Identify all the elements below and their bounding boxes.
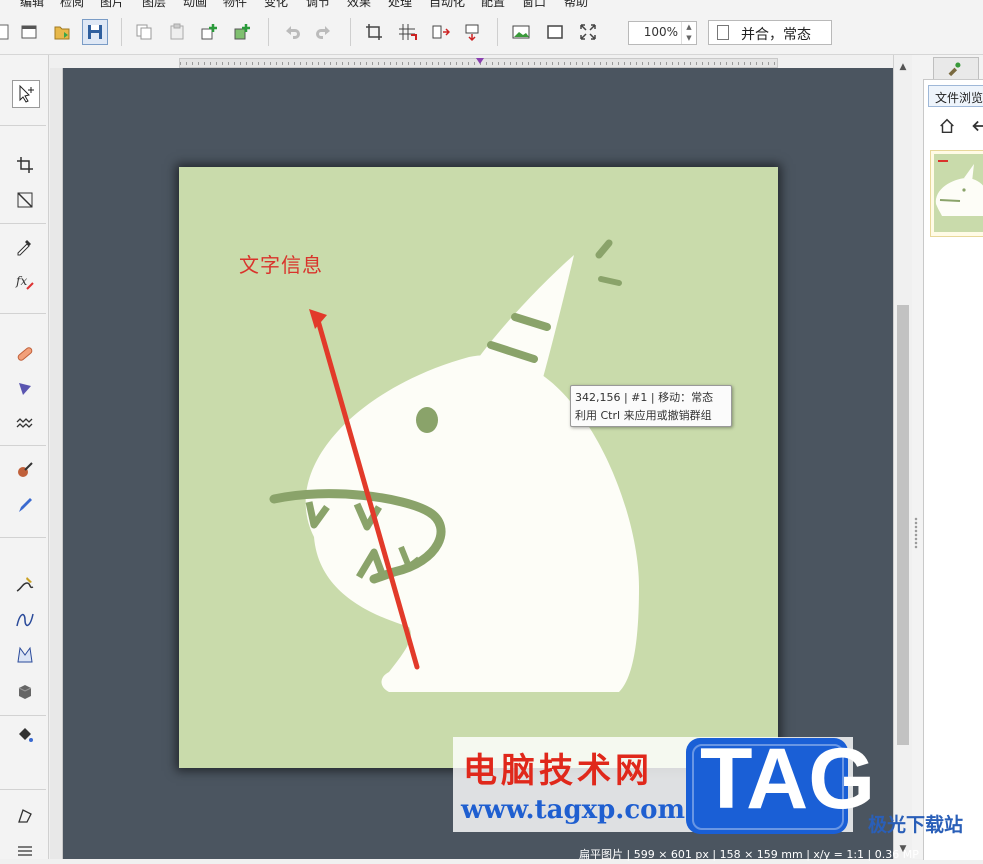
menu-item-automate[interactable]: 自动化 [429, 0, 465, 8]
frame-icon[interactable] [543, 20, 567, 44]
save-icon[interactable] [82, 19, 108, 45]
menu-item-layer[interactable]: 图层 [142, 0, 166, 8]
panel-tab-tools[interactable] [933, 57, 979, 79]
canvas-size-icon[interactable] [460, 20, 484, 44]
menu-item-animation[interactable]: 动画 [183, 0, 207, 8]
menu-item-review[interactable]: 检阅 [60, 0, 84, 8]
back-arrow-icon[interactable] [970, 117, 983, 135]
menu-item-effects[interactable]: 效果 [347, 0, 371, 8]
watermark-tag-logo: TAG [686, 731, 875, 834]
status-text: 扁平图片 | 599 × 601 px | 158 × 159 mm | x/y… [579, 848, 919, 861]
eyedropper-tool-icon[interactable] [12, 233, 38, 259]
paste-icon[interactable] [165, 20, 189, 44]
menu-item-object[interactable]: 物件 [223, 0, 247, 8]
watermark-site2: 极光下载站 [868, 814, 964, 836]
menu-item-transform[interactable]: 变化 [264, 0, 288, 8]
settings-tool-icon[interactable] [12, 838, 38, 864]
file-thumbnail[interactable] [930, 150, 983, 237]
home-icon[interactable] [938, 117, 956, 135]
menu-item-help[interactable]: 帮助 [564, 0, 588, 8]
mode-label: 并合，常态 [741, 27, 811, 43]
menu-item-edit[interactable]: 编辑 [20, 0, 44, 8]
curve-tool-icon[interactable] [12, 607, 38, 633]
menu-item-process[interactable]: 处理 [388, 0, 412, 8]
status-bar: 扁平图片 | 599 × 601 px | 158 × 159 mm | x/y… [573, 846, 919, 861]
fx-tool-icon[interactable]: fx [12, 268, 38, 294]
cone-tool-icon[interactable] [12, 376, 38, 402]
new-file-icon[interactable] [0, 20, 14, 44]
add-object-icon[interactable] [230, 20, 254, 44]
menu-item-image[interactable]: 图片 [100, 0, 124, 8]
resize-icon[interactable] [428, 20, 452, 44]
add-layer-icon[interactable] [197, 20, 221, 44]
tooltip-line-1: 342,156 | #1 | 移动：常态 [575, 391, 714, 404]
menu-item-window[interactable]: 窗口 [522, 0, 546, 8]
open-file-icon[interactable] [50, 20, 74, 44]
transform-tool-icon[interactable] [12, 803, 38, 829]
panel-grip[interactable] [914, 517, 918, 549]
menu-item-config[interactable]: 配置 [481, 0, 505, 8]
tab-file-browser[interactable]: 文件浏览 [928, 85, 983, 107]
document-icon [717, 25, 729, 40]
tools-icon [948, 62, 961, 77]
grid-icon[interactable] [395, 20, 419, 44]
landscape-icon[interactable] [509, 20, 533, 44]
scroll-up-icon[interactable]: ▲ [894, 59, 912, 75]
image-canvas[interactable]: 文字信息 [179, 167, 778, 768]
scroll-thumb[interactable] [897, 305, 909, 745]
tooltip: 342,156 | #1 | 移动：常态 利用 Ctrl 来应用或撤销群组 [570, 385, 732, 427]
menu-item-adjust[interactable]: 调节 [306, 0, 330, 8]
svg-text:fx: fx [15, 274, 27, 288]
file-browser: 文件浏览 [923, 79, 983, 860]
watermark-title: 电脑技术网 [463, 751, 653, 791]
bandage-tool-icon[interactable] [12, 341, 38, 367]
watermark-tag-text: TAG [700, 731, 876, 827]
redo-icon[interactable] [312, 20, 336, 44]
polygon-tool-icon[interactable] [12, 642, 38, 668]
zoom-spinner[interactable]: ▲ ▼ [681, 22, 696, 44]
vertical-ruler [50, 68, 63, 859]
paint-tool-icon[interactable] [12, 457, 38, 483]
wave-tool-icon[interactable] [12, 411, 38, 437]
move-tool-icon[interactable] [12, 80, 40, 108]
fullscreen-icon[interactable] [576, 20, 600, 44]
watermark-url: www.tagxp.com [461, 795, 686, 825]
crop-icon[interactable] [362, 20, 386, 44]
pen-tool-icon[interactable] [12, 572, 38, 598]
cube-tool-icon[interactable] [12, 678, 38, 704]
copy-icon[interactable] [132, 20, 156, 44]
vertical-scrollbar[interactable]: ▲ ▼ [893, 55, 912, 859]
undo-icon[interactable] [280, 20, 304, 44]
window-icon[interactable] [17, 20, 41, 44]
menu-bar: 编辑 检阅 图片 图层 动画 物件 变化 调节 效果 处理 自动化 配置 窗口 … [0, 0, 983, 8]
tooltip-line-2: 利用 Ctrl 来应用或撤销群组 [575, 409, 712, 422]
brush-tool-icon[interactable] [12, 492, 38, 518]
crop-tool-icon[interactable] [12, 152, 38, 178]
fill-tool-icon[interactable] [12, 722, 38, 748]
zoom-input[interactable]: 100% ▲ ▼ [628, 21, 697, 45]
image-annotation-text[interactable]: 文字信息 [239, 249, 323, 278]
tool-panel: fx [0, 55, 49, 859]
thumbnail-image [934, 154, 983, 232]
tab-file-browser-label: 文件浏览 [935, 91, 983, 105]
ruler-marker [476, 58, 484, 64]
right-panel: 文件浏览 [912, 55, 983, 860]
mode-dropdown[interactable]: 并合，常态 [708, 20, 832, 45]
zoom-value: 100% [643, 25, 678, 39]
main-toolbar: 100% ▲ ▼ 并合，常态 [0, 8, 983, 55]
perspective-tool-icon[interactable] [12, 187, 38, 213]
